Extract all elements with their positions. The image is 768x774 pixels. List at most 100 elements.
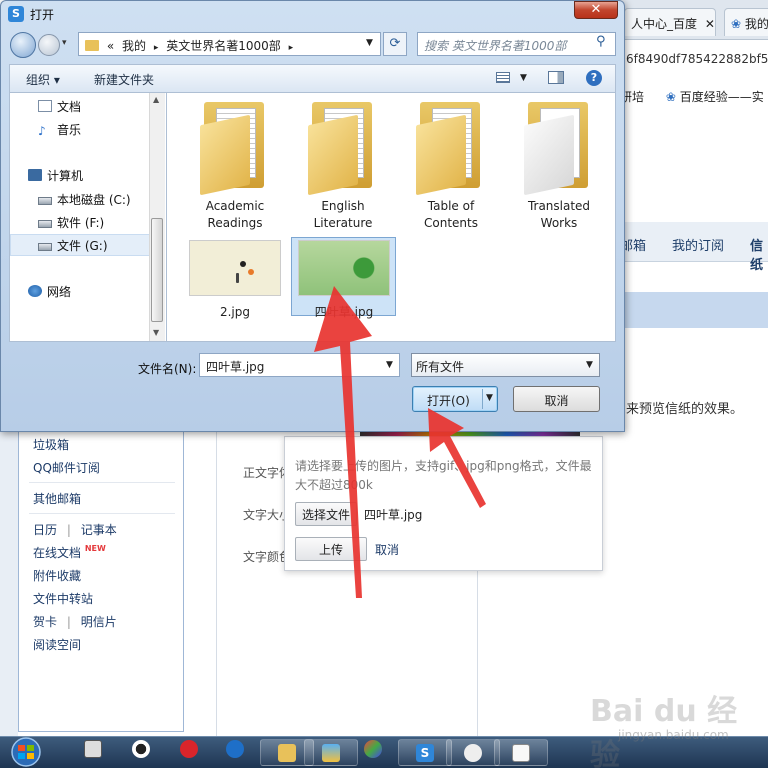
nav-online-docs[interactable]: 在线文档 — [33, 546, 81, 560]
nav-greeting-card[interactable]: 贺卡 — [33, 615, 57, 629]
browser-tab-label: 我的 — [744, 17, 768, 31]
scroll-down-icon[interactable]: ▼ — [153, 328, 159, 337]
view-dropdown-icon[interactable]: ▼ — [520, 73, 527, 83]
view-options-icon[interactable] — [496, 72, 510, 83]
folder-item[interactable]: Academic Readings — [185, 100, 285, 232]
taskbar-notepad[interactable] — [494, 739, 548, 766]
baidu-watermark-url: jingyan.baidu.com — [618, 728, 729, 742]
filename-label: 文件名(N): — [138, 362, 197, 376]
address-dropdown-icon[interactable]: ▼ — [366, 38, 373, 48]
nav-notebook[interactable]: 记事本 — [81, 523, 117, 537]
dialog-app-icon: S — [8, 6, 24, 22]
nav-item-computer[interactable]: 计算机 — [28, 167, 83, 184]
folder-label: Table of Contents — [401, 198, 501, 232]
search-input[interactable]: 搜索 英文世界名著1000部 — [417, 32, 616, 56]
breadcrumb-overflow[interactable]: « — [107, 39, 114, 53]
taskbar-pinned-qq[interactable] — [132, 740, 150, 758]
drive-icon — [38, 220, 52, 228]
nav-divider — [29, 513, 175, 514]
search-icon[interactable]: ⚲ — [596, 34, 606, 49]
nav-reading-space[interactable]: 阅读空间 — [33, 636, 81, 653]
taskbar-app[interactable] — [446, 739, 500, 766]
help-icon[interactable]: ? — [586, 70, 602, 86]
nav-qq-subscribe[interactable]: QQ邮件订阅 — [33, 459, 100, 476]
folder-item[interactable]: Table of Contents — [401, 100, 501, 232]
scroll-up-icon[interactable]: ▲ — [153, 95, 159, 104]
folder-label: Translated Works — [509, 198, 609, 232]
recent-locations-chevron-icon[interactable]: ▾ — [62, 38, 67, 48]
start-button[interactable] — [4, 737, 48, 767]
breadcrumb-chevron-icon[interactable]: ▸ — [289, 43, 294, 53]
folder-item[interactable]: English Literature — [293, 100, 393, 232]
folder-icon — [524, 100, 594, 196]
folder-icon — [416, 100, 486, 196]
browser-tab-strip: 人中心_百度 ✕ ❀ 我的 — [620, 0, 768, 40]
organize-button[interactable]: 组织 ▾ — [26, 71, 60, 88]
bookmark-item[interactable]: 百度经验——实 — [680, 90, 764, 104]
nav-other-mailbox[interactable]: 其他邮箱 — [33, 490, 81, 507]
nav-scrollbar-thumb[interactable] — [151, 218, 163, 322]
image-thumbnail — [189, 240, 281, 296]
new-badge: NEW — [84, 544, 106, 553]
tab-close-icon[interactable]: ✕ — [705, 17, 715, 31]
browser-tab[interactable]: ❀ 我的 — [724, 8, 768, 36]
taskbar-pinned-calendar[interactable] — [84, 740, 102, 758]
nav-item-drive-g[interactable]: 文件 (G:) — [38, 237, 108, 254]
bookmarks-bar: 研培 ❀ 百度经验——实 — [620, 84, 768, 110]
annotation-arrow-up-left-icon — [428, 408, 486, 508]
drive-icon — [38, 197, 52, 205]
address-breadcrumb[interactable]: « 我的 ▸ 英文世界名著1000部 ▸ — [78, 32, 381, 56]
nav-item-music[interactable]: ♪ 音乐 — [38, 121, 81, 138]
folder-label-line: Table of — [427, 199, 475, 213]
back-arrow-icon[interactable] — [10, 32, 36, 58]
taskbar-browser[interactable]: S — [398, 739, 452, 766]
cancel-button[interactable]: 取消 — [513, 386, 600, 412]
nav-item-label: 网络 — [47, 285, 72, 299]
nav-item-network[interactable]: 网络 — [28, 283, 71, 300]
new-folder-button[interactable]: 新建文件夹 — [94, 71, 154, 88]
nav-postcard[interactable]: 明信片 — [81, 615, 117, 629]
network-icon — [28, 285, 42, 297]
folder-icon — [200, 100, 270, 196]
folder-icon — [85, 40, 99, 51]
folder-label-line: Readings — [207, 216, 263, 230]
breadcrumb-chevron-icon[interactable]: ▸ — [154, 43, 159, 53]
browser-tab-label: 人中心_百度 — [631, 17, 698, 31]
mail-nav-item[interactable]: 我的订阅 — [672, 235, 724, 254]
refresh-icon[interactable]: ⟳ — [383, 32, 407, 56]
browser-address-bar[interactable]: 6f8490df785422882bf51 — [620, 44, 768, 74]
nav-item-drive-c[interactable]: 本地磁盘 (C:) — [38, 191, 131, 208]
taskbar-pinned-music[interactable] — [180, 740, 198, 758]
qq-penguin-icon — [132, 740, 150, 758]
nav-item-label: 软件 (F:) — [57, 216, 105, 230]
breadcrumb-item[interactable]: 英文世界名著1000部 — [166, 39, 281, 53]
breadcrumb-item[interactable]: 我的 — [122, 39, 146, 53]
notepad-icon — [512, 743, 530, 762]
nav-item-label: 文件 (G:) — [57, 239, 108, 253]
computer-icon — [28, 169, 42, 181]
nav-attachments[interactable]: 附件收藏 — [33, 567, 81, 584]
folder-label-line: Literature — [313, 216, 373, 230]
document-icon — [38, 100, 52, 112]
nav-calendar[interactable]: 日历 — [33, 523, 57, 537]
nav-item-label: 计算机 — [47, 169, 84, 183]
nav-item-drive-f[interactable]: 软件 (F:) — [38, 214, 104, 231]
dialog-close-button[interactable]: ✕ — [574, 1, 618, 19]
taskbar-pinned-network[interactable] — [226, 740, 244, 758]
open-options-dropdown-icon[interactable]: ▼ — [486, 393, 493, 403]
preview-pane-icon[interactable] — [548, 71, 564, 84]
browser-tab[interactable]: 人中心_百度 ✕ — [624, 8, 716, 36]
nav-file-transfer[interactable]: 文件中转站 — [33, 590, 93, 607]
file-type-select[interactable]: 所有文件 — [411, 353, 600, 377]
mail-nav-item-active[interactable]: 信纸 — [750, 235, 768, 273]
file-type-dropdown-icon[interactable]: ▼ — [586, 360, 593, 370]
app-icon — [464, 743, 482, 762]
nav-item-label: 本地磁盘 (C:) — [57, 193, 131, 207]
mail-left-nav: 垃圾箱 QQ邮件订阅 其他邮箱 日历 | 记事本 在线文档 NEW 附件收藏 文… — [18, 420, 184, 732]
folder-item[interactable]: Translated Works — [509, 100, 609, 232]
image-file-item[interactable]: 2.jpg — [183, 240, 287, 321]
nav-trash[interactable]: 垃圾箱 — [33, 436, 69, 453]
forward-arrow-icon[interactable] — [38, 34, 60, 56]
nav-item-documents[interactable]: 文档 — [38, 98, 81, 115]
folder-label-line: Works — [540, 216, 578, 230]
